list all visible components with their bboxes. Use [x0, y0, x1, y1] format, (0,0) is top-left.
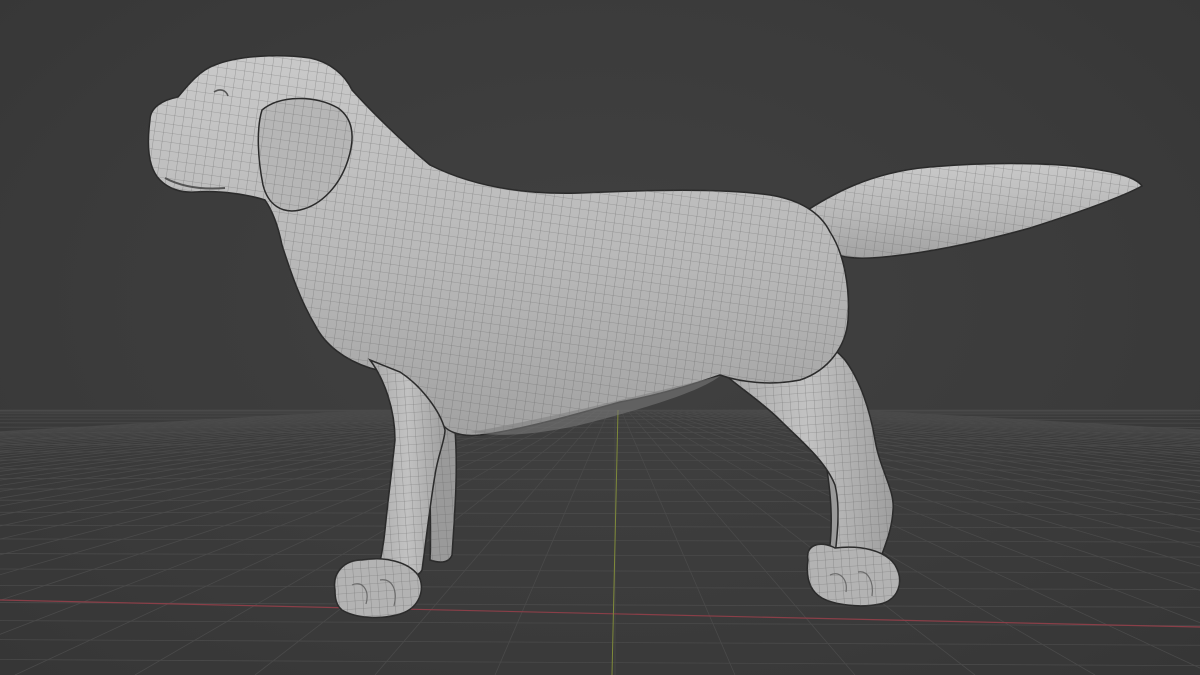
3d-viewport[interactable] [0, 0, 1200, 675]
grid-line [0, 437, 1200, 440]
grid-line [0, 584, 1200, 591]
grid-line [644, 409, 1200, 669]
grid-line [0, 602, 1200, 608]
grid-line [0, 478, 1200, 481]
grid-line [14, 409, 586, 675]
dog-front-leg [333, 358, 446, 619]
grid-line [494, 409, 610, 675]
dog-mesh[interactable] [147, 55, 1144, 619]
grid-line [0, 451, 1200, 454]
grid-line [0, 444, 1200, 446]
grid-line [0, 409, 376, 433]
grid-line [0, 553, 1200, 558]
grid-line [620, 409, 736, 675]
grid-line [0, 659, 1200, 667]
grid-line [0, 639, 1200, 646]
grid-line [0, 524, 1200, 529]
grid-line [0, 409, 436, 445]
grid-line [716, 409, 1200, 477]
grid-line [632, 409, 976, 675]
grid-line [0, 568, 1200, 574]
dog-body [147, 55, 850, 437]
viewport-grid [0, 409, 1200, 675]
grid-line [0, 431, 1200, 434]
dog-tail [798, 162, 1144, 259]
grid-line [0, 459, 1200, 462]
grid-line [134, 409, 592, 675]
viewport-canvas[interactable] [0, 0, 1200, 675]
grid-line [0, 468, 1200, 471]
